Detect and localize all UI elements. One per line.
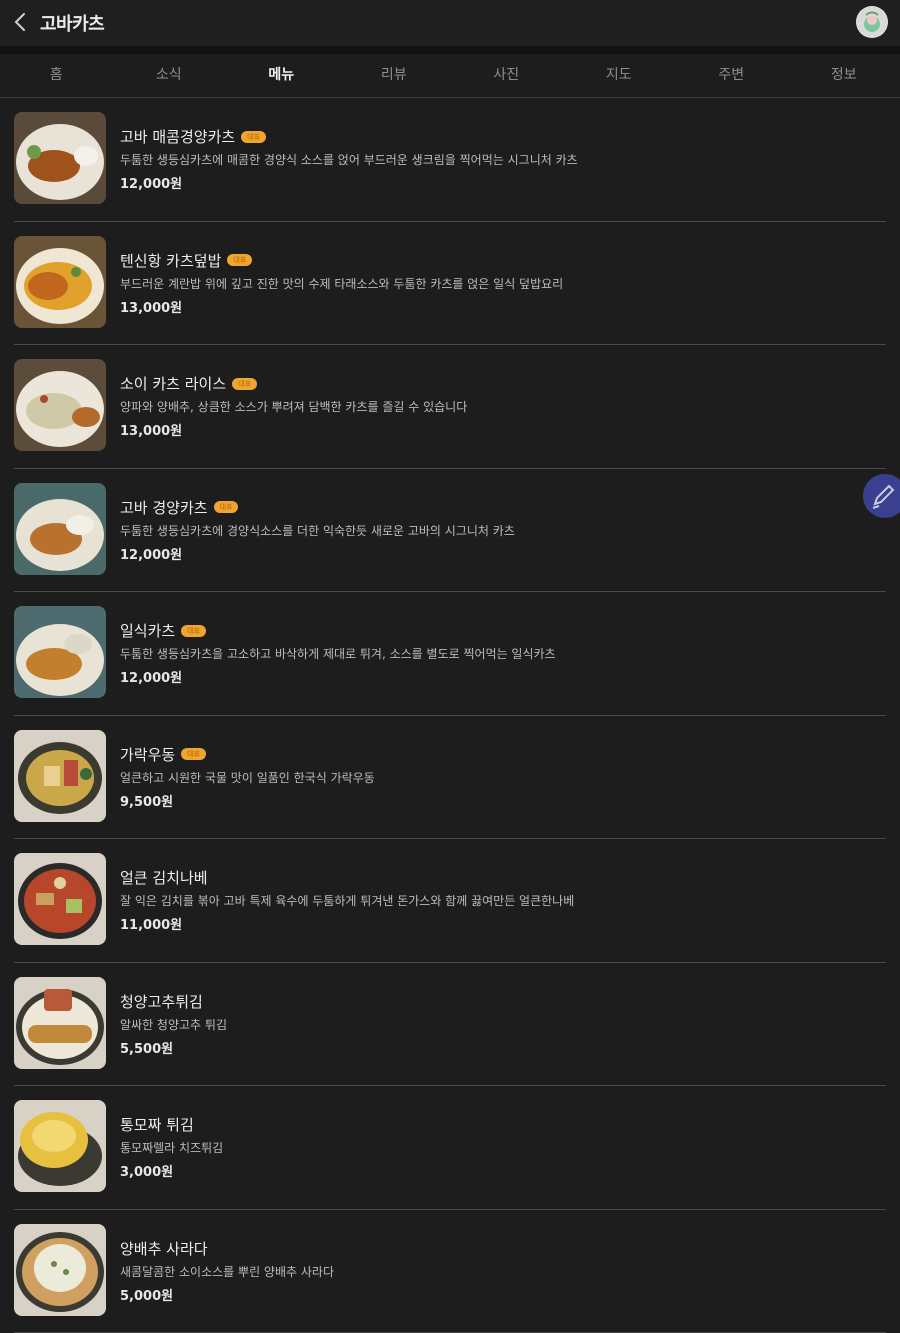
tab-menu[interactable]: 메뉴 [225,54,338,97]
menu-item[interactable]: 고바 매콤경양카츠 대표 두툼한 생등심카츠에 매콤한 경양식 소스를 얹어 부드… [14,98,886,222]
menu-photo [14,853,106,945]
tab-info[interactable]: 정보 [788,54,900,97]
menu-item-price: 12,000원 [120,671,183,686]
menu-photo [14,1223,106,1316]
menu-item-description: 얼큰하고 시원한 국물 맛이 일품인 한국식 가락우동 [120,770,375,785]
menu-item[interactable]: 얼큰 김치나베 잘 익은 김치를 볶아 고바 특제 육수에 두툼하게 튀겨낸 돈… [14,839,886,963]
menu-item-price: 12,000원 [120,177,183,192]
menu-item-name: 통모짜 튀김 [120,1116,194,1134]
menu-item-price: 11,000원 [120,918,183,933]
menu-item-description: 알싸한 청양고추 튀김 [120,1017,227,1032]
signature-badge: 대표 [181,624,207,637]
signature-badge: 대표 [181,748,207,760]
top-bar: 고바카츠 [0,0,900,46]
menu-item-description: 부드러운 계란밥 위에 깊고 진한 맛의 수제 타래소스와 두툼한 카츠를 얹은… [120,276,564,291]
tab-news[interactable]: 소식 [113,54,226,97]
menu-item-price: 12,000원 [120,547,183,563]
avatar-icon [856,6,888,38]
menu-item[interactable]: 양배추 사라다 새콤달콤한 소이소스를 뿌린 양배추 사라다 5,000원 [14,1210,886,1333]
menu-item-description: 잘 익은 김치를 볶아 고바 특제 육수에 두툼하게 튀겨낸 돈가스와 함께 끓… [120,894,575,908]
menu-item-name: 일식카츠 대표 [120,620,207,641]
menu-item-description: 양파와 양배추, 상큼한 소스가 뿌려져 담백한 카츠를 즐길 수 있습니다 [120,400,468,414]
menu-item-name: 가락우동 대표 [120,744,207,765]
tab-bar: 홈 소식 메뉴 리뷰 사진 지도 주변 정보 [0,54,900,98]
header-divider [0,46,900,54]
menu-item[interactable]: 일식카츠 대표 두툼한 생등심카츠을 고소하고 바삭하게 제대로 튀겨, 소스를 … [14,592,886,716]
write-review-button[interactable] [863,474,900,518]
menu-item[interactable]: 고바 경양카츠 대표 두툼한 생등심카츠에 경양식소스를 더한 익숙한듯 새로운 … [14,469,886,592]
menu-item[interactable]: 가락우동 대표 얼큰하고 시원한 국물 맛이 일품인 한국식 가락우동 9,500… [14,716,886,839]
menu-item-name: 소이 카츠 라이스 대표 [120,373,258,394]
menu-item-name: 고바 경양카츠 대표 [120,497,239,518]
menu-item[interactable]: 통모짜 튀김 통모짜렐라 치즈튀김 3,000원 [14,1086,886,1210]
tab-photos[interactable]: 사진 [450,54,563,97]
tab-home[interactable]: 홈 [0,54,113,97]
menu-item-name: 얼큰 김치나베 [120,869,208,887]
menu-item-name: 텐신항 카츠덮밥 대표 [120,250,253,271]
menu-photo [14,976,106,1069]
menu-photo [14,112,106,204]
tab-map[interactable]: 지도 [563,54,676,97]
tab-nearby[interactable]: 주변 [675,54,788,97]
signature-badge: 대표 [213,501,239,513]
menu-photo [14,235,106,328]
menu-item-name: 고바 매콤경양카츠 대표 [120,126,267,147]
signature-badge: 대표 [232,377,258,390]
menu-photo [14,729,106,822]
menu-photo [14,359,106,451]
page-title: 고바카츠 [40,14,105,35]
menu-item-price: 5,500원 [120,1041,174,1057]
menu-item-description: 두툼한 생등심카츠에 경양식소스를 더한 익숙한듯 새로운 고바의 시그니처 카… [120,523,515,538]
signature-badge: 대표 [227,254,253,266]
menu-item-description: 두툼한 생등심카츠에 매콤한 경양식 소스를 얹어 부드러운 생크림을 찍어먹는… [120,153,578,167]
signature-badge: 대표 [241,130,267,143]
menu-item-description: 새콤달콤한 소이소스를 뿌린 양배추 사라다 [120,1264,334,1279]
menu-item-price: 3,000원 [120,1165,174,1180]
menu-item-price: 5,000원 [120,1288,174,1304]
menu-item[interactable]: 청양고추튀김 알싸한 청양고추 튀김 5,500원 [14,963,886,1086]
menu-photo [14,606,106,698]
menu-photo [14,1100,106,1192]
pencil-icon [872,484,895,509]
menu-item-description: 통모짜렐라 치즈튀김 [120,1141,224,1155]
menu-item[interactable]: 텐신항 카츠덮밥 대표 부드러운 계란밥 위에 깊고 진한 맛의 수제 타래소스와… [14,222,886,345]
menu-photo [14,482,106,575]
menu-item-price: 13,000원 [120,424,183,439]
chevron-left-icon[interactable] [10,10,32,34]
tab-reviews[interactable]: 리뷰 [338,54,451,97]
menu-item-price: 13,000원 [120,300,183,316]
menu-item[interactable]: 소이 카츠 라이스 대표 양파와 양배추, 상큼한 소스가 뿌려져 담백한 카츠를… [14,345,886,469]
menu-item-name: 청양고추튀김 [120,992,203,1011]
menu-item-price: 9,500원 [120,794,174,810]
menu-item-description: 두툼한 생등심카츠을 고소하고 바삭하게 제대로 튀겨, 소스를 별도로 찍어먹… [120,647,556,661]
menu-item-name: 양배추 사라다 [120,1239,208,1258]
avatar[interactable] [856,6,888,38]
menu-list: 고바 매콤경양카츠 대표 두툼한 생등심카츠에 매콤한 경양식 소스를 얹어 부드… [0,98,900,1333]
